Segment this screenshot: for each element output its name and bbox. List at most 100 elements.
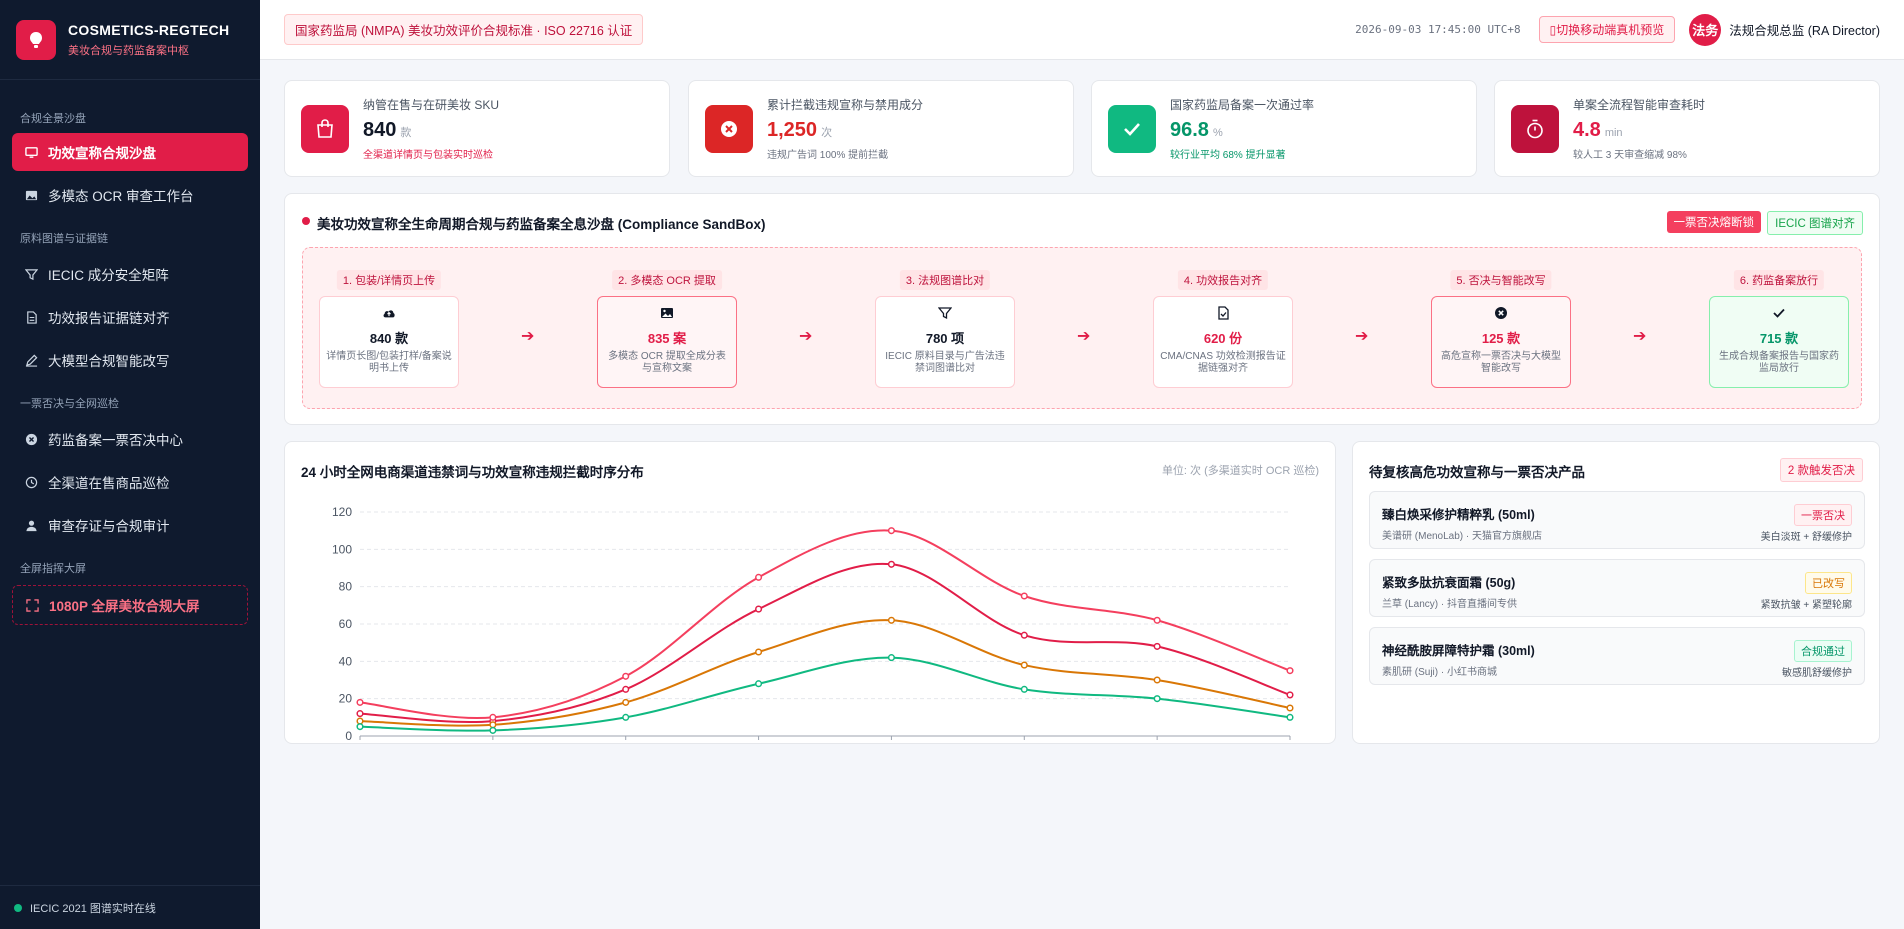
data-point <box>1020 631 1028 639</box>
step-label: 4. 功效报告对齐 <box>1177 270 1269 290</box>
data-point <box>489 721 497 729</box>
nav-item-audit[interactable]: 审查存证与合规审计 <box>12 506 248 544</box>
product-meta: 素肌研 (Suji) · 小红书商城 <box>1382 667 1497 678</box>
nav-item-fullscreen-dashboard[interactable]: 1080P 全屏美妆合规大屏 <box>12 585 248 625</box>
nav-item-label: 药监备案一票否决中心 <box>48 433 183 448</box>
document-check-icon <box>1154 306 1292 322</box>
x-circle-icon <box>24 432 38 446</box>
data-point <box>755 573 763 581</box>
claim-tag: 美白淡斑 + 舒缓修护 <box>1760 532 1852 543</box>
x-circle-icon <box>705 104 753 153</box>
step-desc: 生成合规备案报告与国家药监局放行 <box>1719 351 1839 374</box>
stat-unit: 款 <box>400 127 412 139</box>
step-desc: CMA/CNAS 功效检测报告证据链强对齐 <box>1160 351 1286 374</box>
user-icon <box>24 518 38 532</box>
risk-panel-title: 待复核高危功效宣称与一票否决产品 <box>1369 465 1585 480</box>
data-point <box>622 672 630 680</box>
stat-card-pass-rate: 国家药监局备案一次通过率 96.8% 较行业平均 68% 提升显著 <box>1091 80 1477 177</box>
nav-section-1: 合规全景沙盘 <box>0 110 260 128</box>
veto-lock-tag: 一票否决熔断锁 <box>1666 211 1761 233</box>
pen-icon <box>24 353 38 367</box>
image-icon <box>598 306 736 322</box>
brand-title: COSMETICS-REGTECH <box>68 21 230 38</box>
monitor-icon <box>24 145 38 159</box>
risk-list-item[interactable]: 紧致多肽抗衰面霜 (50g) 兰草 (Lancy) · 抖音直播间专供 已改写 … <box>1369 559 1865 617</box>
y-tick-label: 80 <box>339 580 353 594</box>
nav-item-veto-center[interactable]: 药监备案一票否决中心 <box>12 420 248 458</box>
brand-logo-icon <box>16 19 56 60</box>
data-point <box>1020 661 1028 669</box>
avatar[interactable]: 法务 <box>1689 13 1722 46</box>
mobile-preview-button[interactable]: ▯切换移动端真机预览 <box>1538 16 1676 43</box>
product-name: 紧致多肽抗衰面霜 (50g) <box>1382 576 1516 590</box>
step-desc: 多模态 OCR 提取全成分表与宣称文案 <box>608 351 726 374</box>
nav-item-label: 功效宣称合规沙盘 <box>48 146 156 161</box>
pipeline-step[interactable]: 715 款 生成合规备案报告与国家药监局放行 <box>1709 296 1849 388</box>
risk-list-item[interactable]: 臻白焕采修护精粹乳 (50ml) 美谱研 (MenoLab) · 天猫官方旗舰店… <box>1369 491 1865 549</box>
chart-title: 24 小时全网电商渠道违禁词与功效宣称违规拦截时序分布 <box>301 465 644 480</box>
data-point <box>887 654 895 662</box>
image-icon <box>24 188 38 202</box>
brand: COSMETICS-REGTECH 美妆合规与药监备案中枢 <box>0 0 260 80</box>
y-tick-label: 60 <box>339 617 353 631</box>
nav-item-label: 大模型合规智能改写 <box>48 354 170 369</box>
series-line <box>359 619 1291 727</box>
nav-item-label: 功效报告证据链对齐 <box>48 311 170 326</box>
sidebar-footer-text: IECIC 2021 图谱实时在线 <box>30 902 156 915</box>
arrow-right-icon: ➔ <box>799 328 813 345</box>
data-point <box>1153 616 1161 624</box>
arrow-right-icon: ➔ <box>1077 328 1091 345</box>
clock-icon <box>24 475 38 489</box>
nav-item-compliance-sandbox[interactable]: 功效宣称合规沙盘 <box>12 133 248 171</box>
step-count: 835 案 <box>647 331 687 346</box>
data-point <box>489 713 497 721</box>
iecic-align-tag: IECIC 图谱对齐 <box>1767 211 1863 235</box>
y-tick-label: 120 <box>332 505 352 519</box>
nav-item-evidence-chain[interactable]: 功效报告证据链对齐 <box>12 298 248 336</box>
data-point <box>1286 713 1294 721</box>
veto-count-badge: 2 款触发否决 <box>1779 458 1863 482</box>
pipeline-step[interactable]: 125 款 高危宣称一票否决与大模型智能改写 <box>1431 296 1571 388</box>
pipeline-step[interactable]: 620 份 CMA/CNAS 功效检测报告证据链强对齐 <box>1153 296 1293 388</box>
pipeline-zone: 1. 包装/详情页上传 840 款 详情页长图/包装打样/备案说明书上传 ➔ 2… <box>302 247 1862 409</box>
y-tick-label: 20 <box>339 692 353 706</box>
data-point <box>1020 685 1028 693</box>
stat-note: 较行业平均 68% 提升显著 <box>1170 150 1286 161</box>
stat-unit: min <box>1604 127 1623 139</box>
step-count: 780 项 <box>925 331 965 346</box>
nav-section-title: 合规全景沙盘 <box>20 113 86 125</box>
status-badge: 已改写 <box>1805 572 1852 594</box>
nav-item-ocr-workbench[interactable]: 多模态 OCR 审查工作台 <box>12 176 248 214</box>
nav-item-iecic-matrix[interactable]: IECIC 成分安全矩阵 <box>12 255 248 293</box>
data-point <box>887 560 895 568</box>
arrow-right-icon: ➔ <box>1355 328 1369 345</box>
data-point <box>887 527 895 535</box>
nav-item-channel-patrol[interactable]: 全渠道在售商品巡检 <box>12 463 248 501</box>
check-icon <box>1108 104 1156 153</box>
pipeline-step[interactable]: 840 款 详情页长图/包装打样/备案说明书上传 <box>319 296 459 388</box>
filter-icon <box>876 306 1014 322</box>
data-point <box>1153 695 1161 703</box>
nav-item-llm-rewrite[interactable]: 大模型合规智能改写 <box>12 341 248 379</box>
standard-badge: 国家药监局 (NMPA) 美妆功效评价合规标准 · ISO 22716 认证 <box>284 14 644 45</box>
data-point <box>755 605 763 613</box>
sidebar-footer: IECIC 2021 图谱实时在线 <box>0 885 260 929</box>
pipeline-step[interactable]: 780 项 IECIC 原料目录与广告法违禁词图谱比对 <box>875 296 1015 388</box>
y-tick-label: 100 <box>332 542 352 556</box>
stat-label: 国家药监局备案一次通过率 <box>1170 98 1315 112</box>
nav-section-title: 一票否决与全网巡检 <box>20 398 119 410</box>
product-meta: 美谱研 (MenoLab) · 天猫官方旗舰店 <box>1382 531 1543 542</box>
pipeline-title: 美妆功效宣称全生命周期合规与药监备案全息沙盘 (Compliance SandB… <box>317 217 766 232</box>
stat-label: 单案全流程智能审查耗时 <box>1573 98 1706 112</box>
stat-card-sku: 纳管在售与在研美妆 SKU 840 款 全渠道详情页与包装实时巡检 <box>284 80 670 177</box>
red-dot-icon <box>302 217 310 225</box>
risk-list-item[interactable]: 神经酰胺屏障特护霜 (30ml) 素肌研 (Suji) · 小红书商城 合规通过… <box>1369 627 1865 685</box>
pipeline-step[interactable]: 835 案 多模态 OCR 提取全成分表与宣称文案 <box>597 296 737 388</box>
data-point <box>887 616 895 624</box>
data-point <box>622 685 630 693</box>
nav-section-4: 全屏指挥大屏 <box>0 560 260 578</box>
cloud-upload-icon <box>320 306 458 322</box>
step-label: 6. 药监备案放行 <box>1733 270 1825 290</box>
step-count: 715 款 <box>1759 331 1799 346</box>
stat-label: 累计拦截违规宣称与禁用成分 <box>767 98 924 112</box>
